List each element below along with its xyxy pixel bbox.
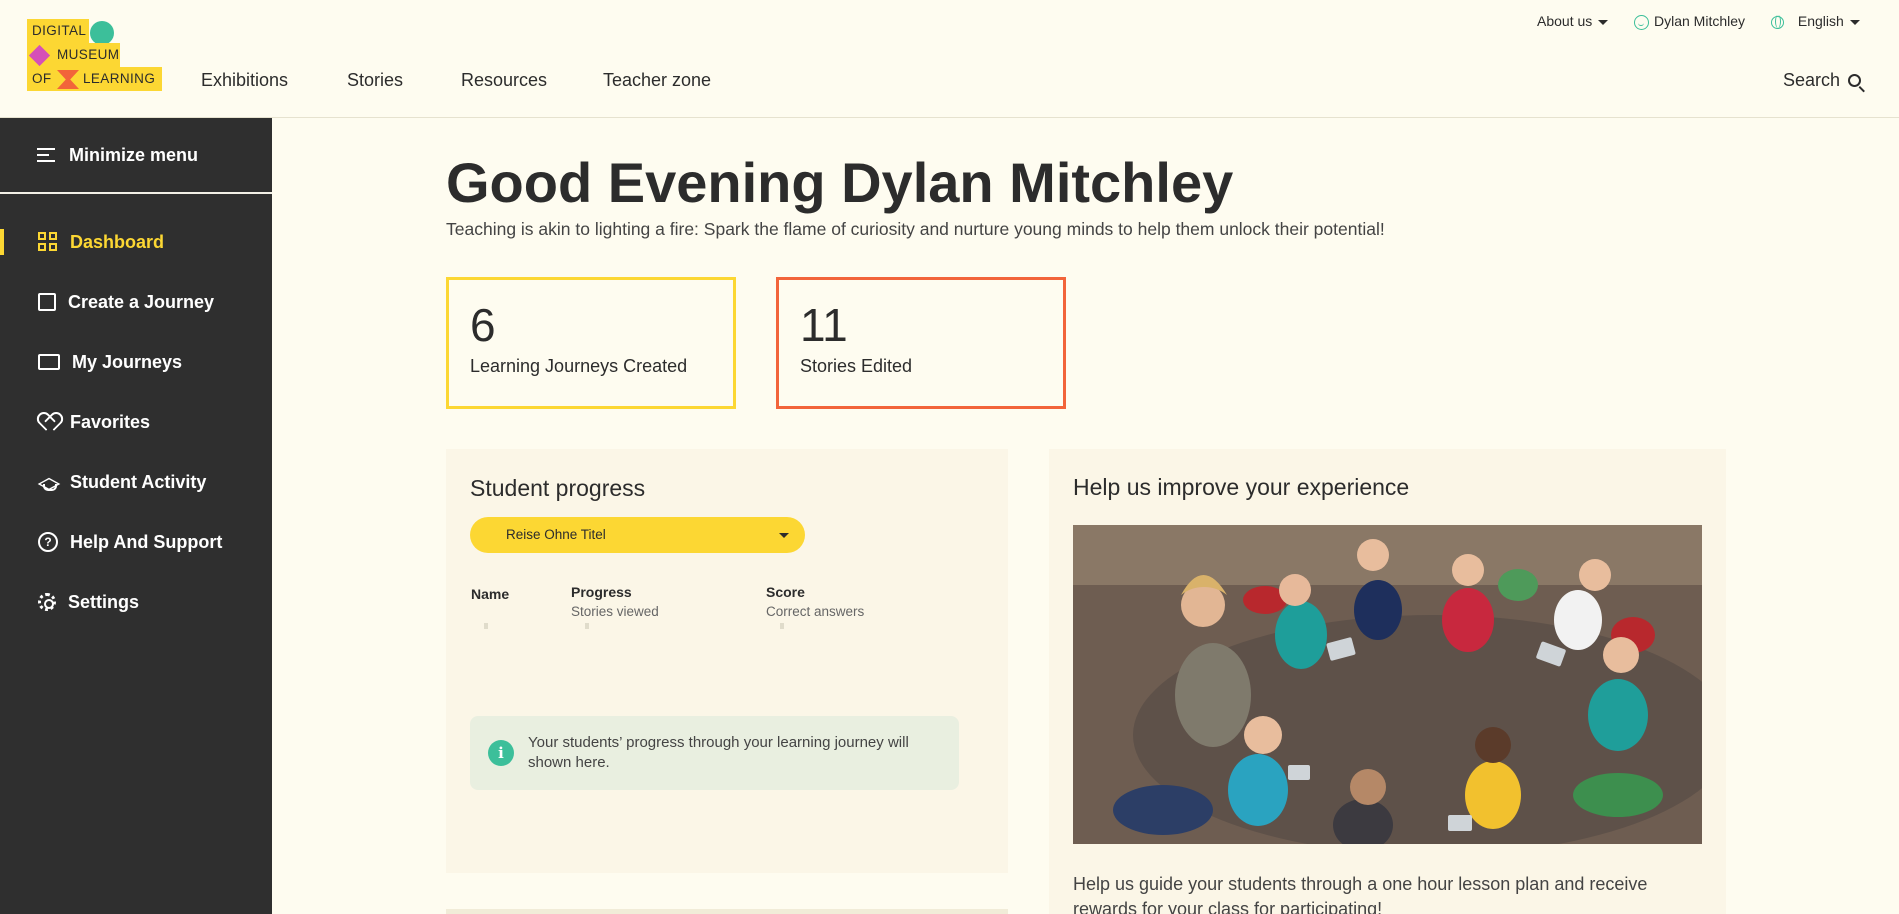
gallery-icon — [38, 354, 60, 370]
museum-logo[interactable]: DIGITAL MUSEUM OF LEARNING — [27, 19, 162, 93]
stat-card-stories: 11 Stories Edited — [776, 277, 1066, 409]
column-header-progress[interactable]: Progress — [571, 584, 632, 600]
sidebar-item-favorites[interactable]: Favorites — [0, 402, 272, 442]
logo-line-3: OF LEARNING — [27, 67, 162, 91]
chevron-down-icon — [1849, 19, 1860, 25]
question-icon: ? — [38, 532, 58, 552]
nav-stories[interactable]: Stories — [347, 70, 403, 91]
logo-line-1: DIGITAL — [27, 19, 89, 43]
sidebar-item-create-journey[interactable]: Create a Journey — [0, 282, 272, 322]
graduation-cap-icon — [38, 475, 58, 491]
stat-label: Stories Edited — [800, 356, 913, 376]
smiley-icon — [1634, 14, 1649, 30]
menu-collapse-icon — [37, 148, 55, 162]
info-icon: i — [488, 740, 514, 766]
stat-value: 11 — [800, 299, 848, 351]
sort-icon[interactable] — [484, 623, 488, 629]
user-name: Dylan Mitchley — [1654, 13, 1746, 29]
sidebar-item-my-journeys[interactable]: My Journeys — [0, 342, 272, 382]
column-header-name[interactable]: Name — [471, 586, 509, 602]
student-progress-panel: Student progress Reise Ohne Titel Name P… — [446, 449, 1008, 873]
search-button[interactable]: Search — [1783, 70, 1861, 91]
search-icon — [1848, 74, 1861, 87]
sidebar-item-label: My Journeys — [72, 351, 183, 372]
chevron-down-icon — [1598, 19, 1609, 25]
student-progress-title: Student progress — [470, 475, 646, 501]
sidebar: Minimize menu Dashboard Create a Journey… — [0, 118, 272, 914]
site-header: DIGITAL MUSEUM OF LEARNING Exhibitions S… — [0, 0, 1899, 118]
language-label: English — [1797, 13, 1844, 29]
sidebar-item-label: Student Activity — [70, 471, 207, 492]
language-menu[interactable]: English — [1771, 13, 1860, 29]
image-add-icon — [38, 293, 56, 311]
journey-select[interactable]: Reise Ohne Titel — [470, 517, 805, 553]
grid-icon — [38, 232, 58, 252]
stat-value: 6 — [470, 299, 496, 351]
info-text: Your students’ progress through your lea… — [528, 734, 909, 771]
about-us-menu[interactable]: About us — [1537, 13, 1609, 29]
stat-card-journeys: 6 Learning Journeys Created — [446, 277, 736, 409]
stat-label: Learning Journeys Created — [470, 356, 688, 376]
sidebar-item-label: Dashboard — [70, 231, 165, 252]
about-us-label: About us — [1537, 13, 1593, 29]
improve-text: Help us guide your students through a on… — [1073, 874, 1648, 914]
page-title: Good Evening Dylan Mitchley — [446, 151, 1234, 214]
classroom-photo — [1073, 525, 1702, 844]
minimize-menu-button[interactable]: Minimize menu — [0, 118, 272, 194]
journey-select-value: Reise Ohne Titel — [506, 527, 606, 542]
search-label: Search — [1782, 70, 1840, 90]
sidebar-item-help-support[interactable]: ? Help And Support — [0, 522, 272, 562]
gear-icon — [38, 593, 56, 611]
sidebar-item-label: Settings — [68, 591, 140, 612]
sort-icon[interactable] — [780, 623, 784, 629]
logo-circle-shape — [90, 21, 114, 45]
sidebar-item-dashboard[interactable]: Dashboard — [0, 222, 272, 262]
column-subheader-progress: Stories viewed — [571, 604, 659, 619]
column-subheader-score: Correct answers — [766, 604, 865, 619]
heart-icon — [38, 413, 58, 431]
next-panel-edge — [446, 909, 1008, 914]
greeting-tagline: Teaching is akin to lighting a fire: Spa… — [446, 219, 1385, 239]
sidebar-item-settings[interactable]: Settings — [0, 582, 272, 622]
nav-exhibitions[interactable]: Exhibitions — [201, 70, 288, 91]
improve-experience-panel: Help us improve your experience Help us … — [1049, 449, 1726, 914]
nav-teacher-zone[interactable]: Teacher zone — [603, 70, 711, 91]
nav-resources[interactable]: Resources — [461, 70, 547, 91]
sort-icon[interactable] — [585, 623, 589, 629]
globe-icon — [1771, 15, 1784, 29]
improve-title: Help us improve your experience — [1073, 474, 1410, 500]
sidebar-item-label: Favorites — [70, 411, 151, 432]
sidebar-item-label: Create a Journey — [68, 291, 215, 312]
column-header-score[interactable]: Score — [766, 584, 805, 600]
chevron-down-icon — [779, 533, 789, 538]
sidebar-item-label: Help And Support — [70, 531, 223, 552]
user-menu[interactable]: Dylan Mitchley — [1634, 13, 1745, 30]
minimize-menu-label: Minimize menu — [69, 144, 199, 165]
sidebar-item-student-activity[interactable]: Student Activity — [0, 462, 272, 502]
progress-info-message: i Your students’ progress through your l… — [470, 716, 959, 790]
